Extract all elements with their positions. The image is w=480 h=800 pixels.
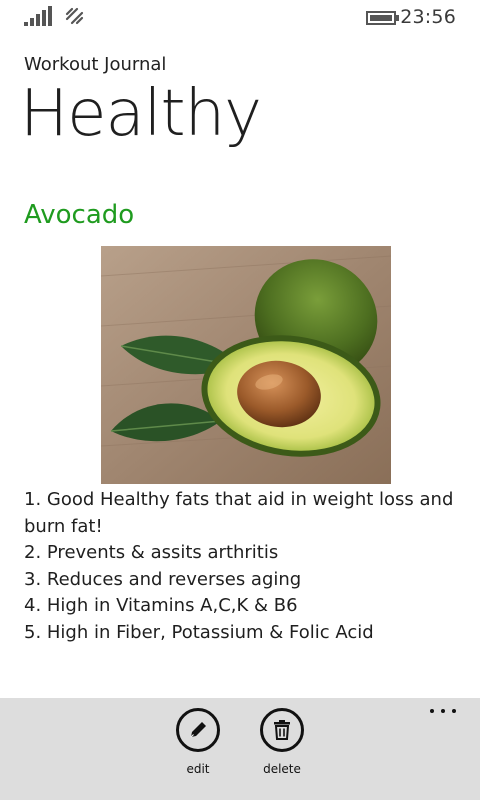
- trash-icon: [274, 720, 290, 740]
- dot: [441, 709, 445, 713]
- page-title: Healthy: [20, 77, 262, 151]
- clock: 23:56: [400, 6, 456, 28]
- note-item: 5. High in Fiber, Potassium & Folic Acid: [24, 621, 374, 643]
- wifi-icon: [65, 7, 84, 25]
- status-bar: 23:56: [0, 0, 480, 34]
- edit-button[interactable]: edit: [158, 708, 238, 776]
- edit-label: edit: [186, 762, 210, 776]
- notes-list: 1. Good Healthy fats that aid in weight …: [24, 487, 464, 646]
- app-title: Workout Journal: [24, 54, 167, 75]
- app-bar: edit delete: [0, 698, 480, 800]
- more-icon[interactable]: [430, 706, 456, 716]
- dot: [452, 709, 456, 713]
- signal-strength-icon: [24, 6, 52, 26]
- delete-label: delete: [263, 762, 301, 776]
- battery-icon: [366, 11, 399, 25]
- pencil-icon: [190, 722, 206, 738]
- edit-circle[interactable]: [176, 708, 220, 752]
- avocado-photo: [101, 246, 391, 484]
- note-item: 1. Good Healthy fats that aid in weight …: [24, 489, 454, 537]
- delete-button[interactable]: delete: [242, 708, 322, 776]
- dot: [430, 709, 434, 713]
- item-title: Avocado: [24, 200, 135, 230]
- note-item: 4. High in Vitamins A,C,K & B6: [24, 595, 298, 616]
- note-item: 2. Prevents & assits arthritis: [24, 542, 279, 563]
- delete-circle[interactable]: [260, 708, 304, 752]
- note-item: 3. Reduces and reverses aging: [24, 568, 302, 590]
